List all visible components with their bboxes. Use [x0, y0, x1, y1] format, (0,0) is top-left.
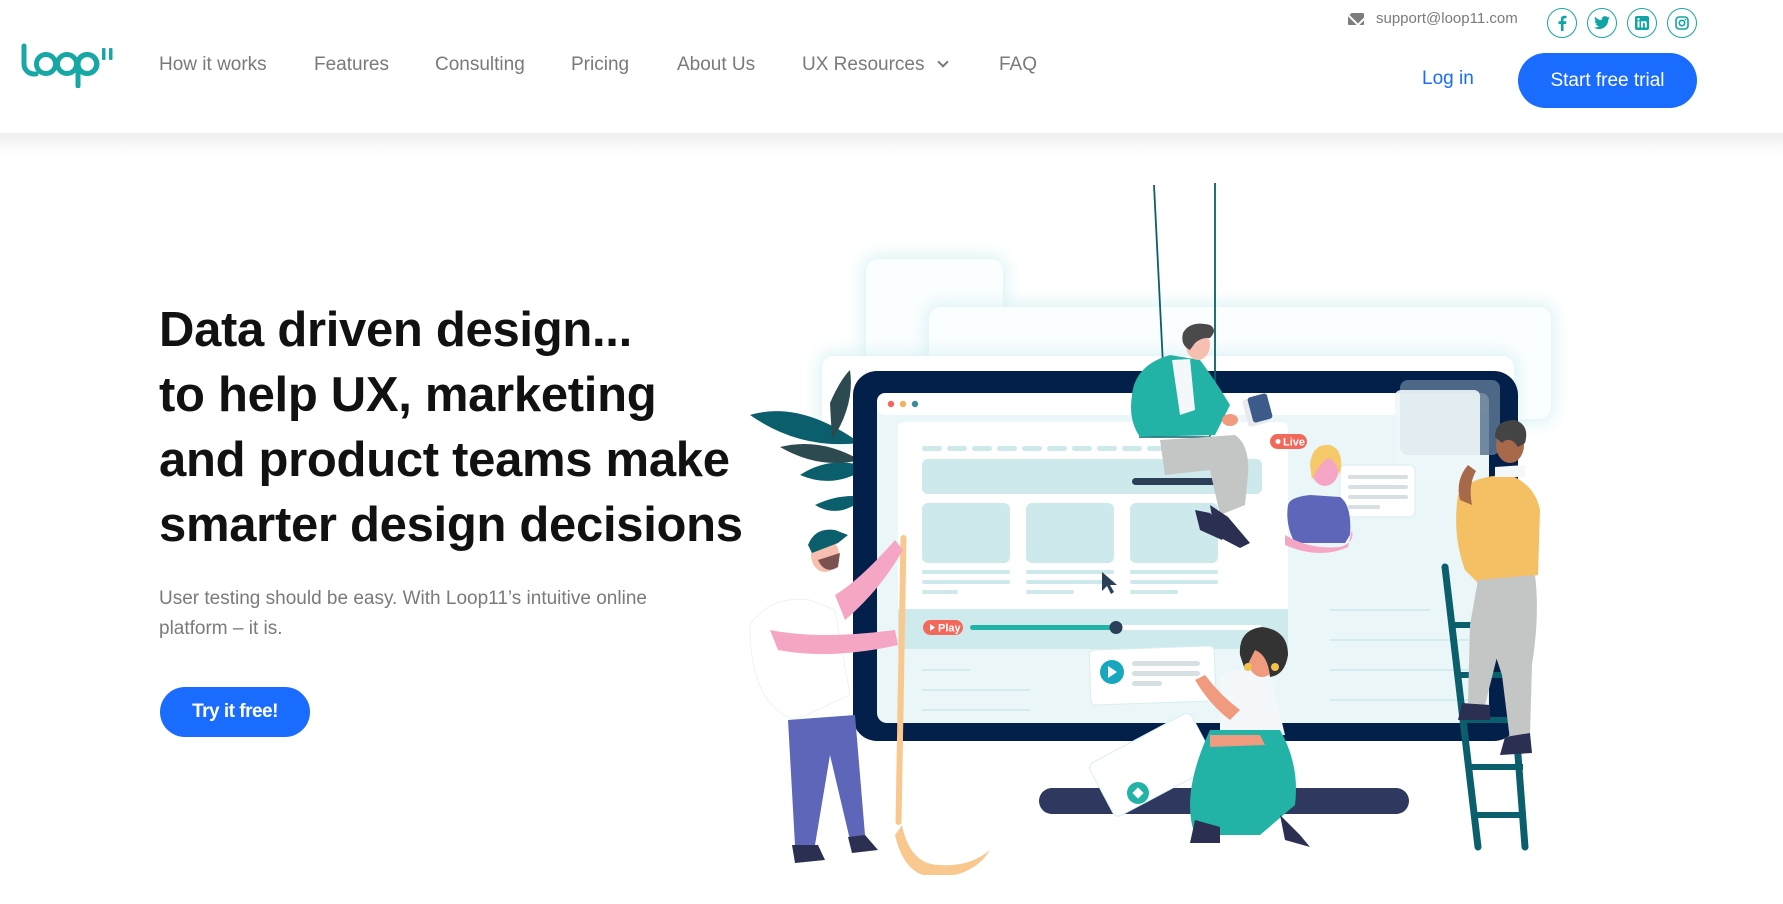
- nav-about-us[interactable]: About Us: [677, 52, 755, 78]
- start-free-trial-button[interactable]: Start free trial: [1518, 53, 1697, 108]
- nav-ux-resources[interactable]: UX Resources: [802, 52, 949, 78]
- hero-title-line: smarter design decisions: [159, 498, 743, 552]
- support-email-link[interactable]: support@loop11.com: [1376, 9, 1518, 29]
- chevron-down-icon: [936, 56, 949, 68]
- window-dot-teal: [911, 400, 919, 408]
- nav-how-it-works[interactable]: How it works: [159, 52, 267, 78]
- facebook-icon: [1558, 15, 1567, 31]
- window-dot-red: [887, 400, 895, 408]
- video-progress-fill: [970, 625, 1116, 630]
- video-progress-knob: [1109, 621, 1123, 634]
- loop11-logo[interactable]: [20, 42, 116, 89]
- linkedin-link[interactable]: [1627, 8, 1657, 38]
- hero-title-line: Data driven design...: [159, 303, 632, 357]
- live-badge-label: Live: [1283, 437, 1305, 449]
- plant-leaves: [750, 370, 868, 511]
- chat-card: [1339, 464, 1416, 518]
- hero-illustration: Play Live: [749, 183, 1555, 875]
- window-dot-yellow: [899, 400, 907, 408]
- linkedin-icon: [1635, 16, 1649, 30]
- nav-pricing[interactable]: Pricing: [571, 52, 629, 78]
- hero-title-line: and product teams make: [159, 433, 730, 487]
- nav-features[interactable]: Features: [314, 52, 389, 78]
- loop11-logo-icon: [21, 43, 113, 89]
- twitter-link[interactable]: [1587, 8, 1617, 38]
- site-header: How it works Features Consulting Pricing…: [0, 0, 1783, 133]
- instagram-link[interactable]: [1667, 8, 1697, 38]
- try-it-free-button[interactable]: Try it free!: [160, 687, 310, 737]
- nav-consulting[interactable]: Consulting: [435, 52, 525, 78]
- header-shadow: [0, 133, 1783, 155]
- login-link[interactable]: Log in: [1422, 66, 1474, 92]
- hero-title: Data driven design... to help UX, market…: [159, 298, 759, 558]
- live-dot-icon: [1275, 439, 1281, 444]
- nav-ux-resources-label: UX Resources: [802, 54, 925, 75]
- twitter-icon: [1594, 16, 1610, 30]
- envelope-icon: [1348, 13, 1364, 25]
- play-badge-label: Play: [938, 623, 962, 635]
- hero-title-line: to help UX, marketing: [159, 368, 657, 422]
- nav-faq[interactable]: FAQ: [999, 52, 1037, 78]
- instagram-icon: [1675, 16, 1689, 30]
- hero-subtitle: User testing should be easy. With Loop11…: [159, 588, 647, 639]
- facebook-link[interactable]: [1547, 8, 1577, 38]
